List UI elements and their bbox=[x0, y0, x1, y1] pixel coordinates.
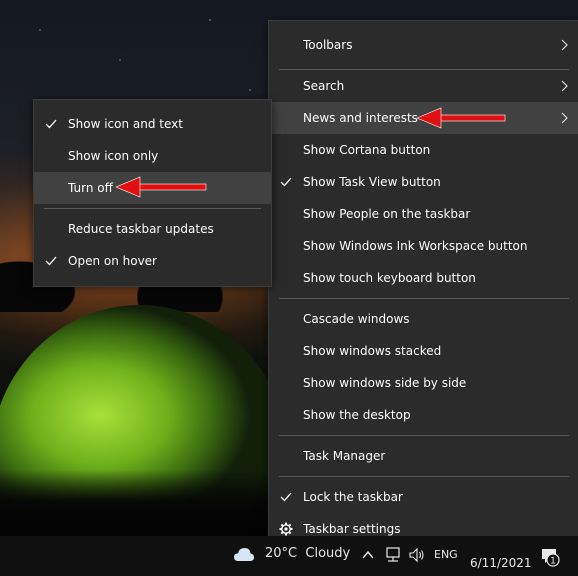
submenu-item-reduce-taskbar-updates[interactable]: Reduce taskbar updates bbox=[34, 213, 271, 245]
menu-item-lock-the-taskbar[interactable]: Lock the taskbar bbox=[269, 481, 578, 513]
menu-item-show-windows-ink[interactable]: Show Windows Ink Workspace button bbox=[269, 230, 578, 262]
menu-item-label: Reduce taskbar updates bbox=[68, 222, 214, 236]
language-indicator[interactable]: ENG bbox=[434, 548, 458, 561]
menu-item-label: Search bbox=[303, 79, 345, 93]
checkmark-icon bbox=[44, 245, 58, 277]
annotation-arrow-left-icon bbox=[115, 176, 207, 198]
menu-item-show-windows-stacked[interactable]: Show windows stacked bbox=[269, 335, 578, 367]
menu-item-show-people[interactable]: Show People on the taskbar bbox=[269, 198, 578, 230]
menu-separator bbox=[279, 435, 569, 436]
checkmark-icon bbox=[44, 108, 58, 140]
menu-item-label: Show Windows Ink Workspace button bbox=[303, 239, 528, 253]
cloud-icon[interactable] bbox=[233, 545, 255, 563]
menu-item-label: Show touch keyboard button bbox=[303, 271, 476, 285]
menu-item-task-manager[interactable]: Task Manager bbox=[269, 440, 578, 472]
menu-item-show-task-view-button[interactable]: Show Task View button bbox=[269, 166, 578, 198]
menu-item-label: Show windows stacked bbox=[303, 344, 442, 358]
submenu-item-open-on-hover[interactable]: Open on hover bbox=[34, 245, 271, 277]
checkmark-icon bbox=[279, 481, 293, 513]
chevron-right-icon bbox=[557, 70, 571, 102]
menu-item-label: Show icon and text bbox=[68, 117, 183, 131]
menu-item-label: Toolbars bbox=[303, 38, 353, 52]
annotation-arrow-left-icon bbox=[416, 107, 506, 129]
menu-item-search[interactable]: Search bbox=[269, 70, 578, 102]
chevron-up-icon[interactable] bbox=[361, 547, 375, 563]
taskbar-context-menu: Toolbars Search News and interests Show … bbox=[268, 20, 578, 546]
taskbar-date[interactable]: 6/11/2021 bbox=[470, 556, 532, 570]
menu-separator bbox=[279, 476, 569, 477]
menu-item-label: Show icon only bbox=[68, 149, 159, 163]
submenu-item-show-icon-and-text[interactable]: Show icon and text bbox=[34, 108, 271, 140]
menu-item-label: Show People on the taskbar bbox=[303, 207, 471, 221]
menu-item-label: Show Cortana button bbox=[303, 143, 431, 157]
menu-item-label: Cascade windows bbox=[303, 312, 410, 326]
menu-item-show-the-desktop[interactable]: Show the desktop bbox=[269, 399, 578, 431]
menu-item-label: Show Task View button bbox=[303, 175, 441, 189]
menu-item-show-cortana-button[interactable]: Show Cortana button bbox=[269, 134, 578, 166]
chevron-right-icon bbox=[557, 29, 571, 61]
notification-icon: 1 bbox=[542, 549, 560, 567]
checkmark-icon bbox=[279, 166, 293, 198]
menu-separator bbox=[279, 298, 569, 299]
notification-count: 1 bbox=[550, 557, 556, 567]
action-center-button[interactable]: 1 bbox=[540, 547, 560, 567]
menu-item-label: Show windows side by side bbox=[303, 376, 467, 390]
menu-item-label: Show the desktop bbox=[303, 408, 411, 422]
menu-item-label: News and interests bbox=[303, 111, 418, 125]
speaker-icon[interactable] bbox=[408, 547, 426, 563]
menu-item-label: Lock the taskbar bbox=[303, 490, 403, 504]
taskbar: 20°C Cloudy ENG 6/11/2021 1 bbox=[0, 536, 578, 576]
menu-item-show-touch-keyboard[interactable]: Show touch keyboard button bbox=[269, 262, 578, 294]
menu-item-show-windows-side-by-side[interactable]: Show windows side by side bbox=[269, 367, 578, 399]
weather-widget-text[interactable]: 20°C Cloudy bbox=[265, 546, 350, 561]
menu-item-cascade-windows[interactable]: Cascade windows bbox=[269, 303, 578, 335]
menu-item-toolbars[interactable]: Toolbars bbox=[269, 29, 578, 61]
menu-item-label: Open on hover bbox=[68, 254, 157, 268]
menu-item-label: Task Manager bbox=[303, 449, 386, 463]
menu-separator bbox=[44, 208, 261, 209]
network-icon[interactable] bbox=[384, 547, 402, 563]
menu-item-label: Turn off bbox=[68, 181, 113, 195]
chevron-right-icon bbox=[557, 102, 571, 134]
submenu-item-show-icon-only[interactable]: Show icon only bbox=[34, 140, 271, 172]
